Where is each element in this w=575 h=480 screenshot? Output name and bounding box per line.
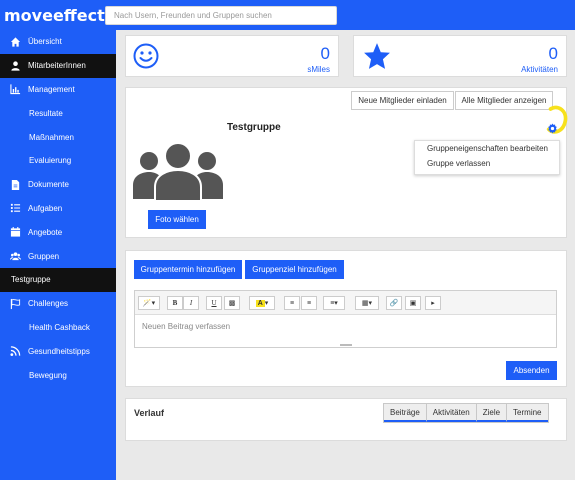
smiles-card[interactable]: 0 sMiles: [125, 35, 339, 77]
sidebar-item-label: Aufgaben: [28, 203, 63, 213]
sidebar-item-aufgaben[interactable]: Aufgaben: [0, 197, 116, 221]
group-title: Testgruppe: [227, 122, 281, 133]
sidebar-item-challenges[interactable]: Challenges: [0, 292, 116, 316]
sidebar-item-label: Health Cashback: [29, 322, 90, 332]
tab-ziele[interactable]: Ziele: [476, 404, 508, 422]
sidebar-item-dokumente[interactable]: Dokumente: [0, 173, 116, 197]
search-input[interactable]: Nach Usern, Freunden und Gruppen suchen: [105, 6, 337, 25]
task-list-icon: [10, 204, 21, 213]
sidebar-item-label: Gruppen: [28, 251, 60, 261]
choose-photo-button[interactable]: Foto wählen: [148, 210, 206, 229]
underline-button[interactable]: U: [206, 296, 222, 310]
image-icon[interactable]: ▣: [405, 296, 421, 310]
sidebar-item-label: MitarbeiterInnen: [28, 61, 86, 71]
sidebar-item-evaluierung[interactable]: Evaluierung: [0, 149, 116, 173]
sidebar-item-label: Gesundheitstipps: [28, 346, 90, 356]
sidebar-item-label: Management: [28, 84, 75, 94]
align-button[interactable]: ≡▾: [323, 296, 345, 310]
top-bar: moveeffect Nach Usern, Freunden und Grup…: [0, 0, 575, 30]
sidebar-item-label: Maßnahmen: [29, 132, 74, 142]
ordered-list-button[interactable]: ≡: [301, 296, 317, 310]
link-icon[interactable]: 🔗: [386, 296, 402, 310]
sidebar-item-label: Resultate: [29, 108, 63, 118]
flag-icon: [10, 298, 21, 309]
sidebar-item-gesundheitstipps[interactable]: Gesundheitstipps: [0, 339, 116, 363]
menu-item-leave-group[interactable]: Gruppe verlassen: [415, 156, 559, 171]
submit-post-button[interactable]: Absenden: [506, 361, 557, 380]
smiles-count: 0: [320, 44, 330, 63]
tab-aktivitaeten[interactable]: Aktivitäten: [426, 404, 477, 422]
smiles-label: sMiles: [307, 65, 330, 74]
home-icon: [10, 37, 21, 47]
sidebar-item-label: Testgruppe: [11, 275, 51, 285]
sidebar-item-label: Evaluierung: [29, 156, 72, 166]
show-all-members-button[interactable]: Alle Mitglieder anzeigen: [455, 91, 553, 110]
video-icon[interactable]: ▸: [425, 296, 441, 310]
sidebar-item-management[interactable]: Management: [0, 78, 116, 102]
sidebar-item-resultate[interactable]: Resultate: [0, 101, 116, 125]
sidebar-item-label: Bewegung: [29, 370, 67, 380]
smiley-icon: [133, 43, 159, 69]
users-icon: [10, 252, 21, 261]
history-title: Verlauf: [134, 408, 165, 418]
sidebar-item-angebote[interactable]: Angebote: [0, 220, 116, 244]
sidebar-item-mitarbeiterinnen[interactable]: MitarbeiterInnen: [0, 53, 116, 78]
italic-button[interactable]: I: [183, 296, 199, 310]
sidebar-item-bewegung[interactable]: Bewegung: [0, 363, 116, 387]
history-tabs: Beiträge Aktivitäten Ziele Termine: [383, 403, 549, 423]
sidebar-item-health-cashback[interactable]: Health Cashback: [0, 316, 116, 340]
sidebar-item-testgruppe[interactable]: Testgruppe: [0, 267, 116, 292]
aktivitaeten-card[interactable]: 0 Aktivitäten: [353, 35, 567, 77]
brand-part1: move: [4, 6, 53, 25]
sidebar-item-uebersicht[interactable]: Übersicht: [0, 30, 116, 54]
table-button[interactable]: ▦▾: [355, 296, 379, 310]
invite-members-button[interactable]: Neue Mitglieder einladen: [351, 91, 454, 110]
sidebar-item-label: Dokumente: [28, 180, 69, 190]
add-group-event-button[interactable]: Gruppentermin hinzufügen: [134, 260, 242, 279]
tab-termine[interactable]: Termine: [507, 404, 548, 422]
resize-handle[interactable]: [340, 344, 352, 346]
sidebar-item-label: Challenges: [28, 299, 69, 309]
bold-button[interactable]: B: [167, 296, 183, 310]
add-group-goal-button[interactable]: Gruppenziel hinzufügen: [245, 260, 344, 279]
chart-icon: [10, 84, 21, 95]
gear-icon[interactable]: [547, 123, 558, 134]
sidebar-item-gruppen[interactable]: Gruppen: [0, 244, 116, 268]
tab-beitraege[interactable]: Beiträge: [384, 404, 427, 422]
aktivitaeten-label: Aktivitäten: [521, 65, 558, 74]
brand-part2: effect: [52, 6, 105, 25]
calendar-icon: [10, 227, 21, 237]
unordered-list-button[interactable]: ≡: [284, 296, 300, 310]
aktivitaeten-count: 0: [548, 44, 558, 63]
eraser-icon[interactable]: ▩: [224, 296, 240, 310]
star-icon: [364, 43, 390, 69]
document-icon: [11, 179, 20, 190]
group-avatar-icon: [133, 142, 223, 202]
editor-toolbar: 🪄▾ B I U ▩ A ▾ ≡ ≡ ≡▾ ▦▾ 🔗 ▣ ▸: [135, 291, 556, 315]
brand-logo[interactable]: moveeffect: [4, 6, 105, 25]
highlight-color-button[interactable]: A ▾: [249, 296, 275, 310]
menu-item-edit-group[interactable]: Gruppeneigenschaften bearbeiten: [415, 141, 559, 156]
rss-icon: [10, 346, 21, 357]
sidebar-item-label: Angebote: [28, 227, 63, 237]
user-icon: [11, 61, 20, 71]
sidebar: Übersicht MitarbeiterInnen Management Re…: [0, 30, 116, 480]
post-text-area[interactable]: Neuen Beitrag verfassen: [135, 315, 556, 347]
sidebar-item-label: Übersicht: [28, 37, 62, 47]
group-options-menu: Gruppeneigenschaften bearbeiten Gruppe v…: [414, 140, 560, 175]
magic-wand-button[interactable]: 🪄▾: [138, 296, 160, 310]
sidebar-item-massnahmen[interactable]: Maßnahmen: [0, 125, 116, 149]
post-editor: 🪄▾ B I U ▩ A ▾ ≡ ≡ ≡▾ ▦▾ 🔗 ▣ ▸ Neuen Beit…: [134, 290, 557, 348]
